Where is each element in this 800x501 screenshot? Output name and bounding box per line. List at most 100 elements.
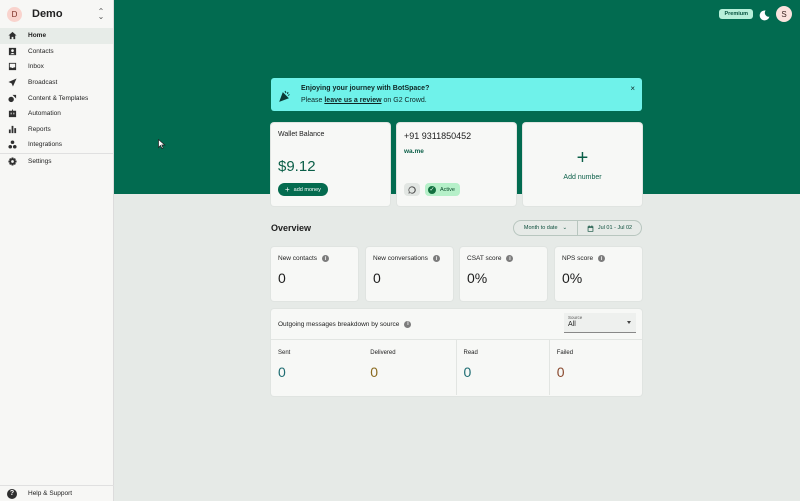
add-money-button[interactable]: + add money [278, 183, 328, 196]
column-label: Sent [278, 350, 291, 356]
banner-message: Please leave us a review on G2 Crowd. [301, 95, 429, 107]
dark-mode-icon[interactable] [759, 8, 770, 21]
stat-title-text: NPS score [562, 255, 594, 262]
workspace-name: Demo [32, 8, 63, 20]
column-value: 0 [370, 364, 379, 380]
stat-card-new-conversations: New conversations i 0 [366, 247, 453, 301]
column-label: Delivered [370, 350, 396, 356]
review-link[interactable]: leave us a review [324, 97, 381, 104]
sidebar: D Demo ⌃ ⌄ Home Contacts Inbox Broadcast … [0, 0, 114, 501]
source-label: Source [568, 315, 583, 320]
stat-card-nps: NPS score i 0% [555, 247, 642, 301]
date-range-label: Jul 01 - Jul 02 [597, 225, 633, 231]
sidebar-item-label: Home [28, 32, 47, 40]
sidebar-item-label: Inbox [28, 63, 44, 71]
wa-me-link[interactable]: wa.me [404, 148, 509, 155]
range-preset-dropdown[interactable]: Month to date ⌄ [514, 221, 578, 235]
status-label: Active [440, 186, 455, 193]
stat-value: 0% [467, 270, 488, 286]
broadcast-icon [7, 78, 17, 88]
stat-card-csat: CSAT score i 0% [460, 247, 547, 301]
premium-badge[interactable]: Premium [719, 9, 753, 19]
help-support[interactable]: ? Help & Support [0, 485, 114, 501]
stat-title: New contacts i [278, 255, 351, 262]
source-select[interactable]: Source All [564, 313, 636, 333]
help-icon: ? [7, 488, 17, 499]
sidebar-item-label: Automation [28, 110, 61, 118]
mouse-cursor-icon [158, 136, 166, 149]
whatsapp-icon[interactable] [404, 183, 420, 196]
stat-title-text: New contacts [278, 255, 318, 262]
settings-icon [7, 157, 17, 167]
stat-title: New conversations i [373, 255, 446, 262]
celebration-icon [279, 89, 291, 102]
unfold-icon: ⌃ ⌄ [97, 7, 105, 21]
contacts-icon [7, 46, 17, 56]
help-label: Help & Support [28, 490, 73, 497]
status-badge: ✓ Active [425, 183, 460, 196]
breakdown-columns: Sent 0 Delivered 0 Read 0 Failed 0 [271, 340, 642, 395]
add-number-label: Add number [563, 174, 602, 181]
workspace-switcher[interactable]: D Demo ⌃ ⌄ [0, 0, 113, 28]
caret-down-icon [627, 321, 631, 324]
column-label: Read [463, 350, 478, 356]
add-money-label: add money [293, 186, 321, 193]
date-range-button[interactable]: Jul 01 - Jul 02 [578, 221, 641, 235]
close-icon[interactable]: × [630, 84, 635, 93]
sidebar-item-label: Settings [28, 158, 52, 166]
breakdown-read: Read 0 [455, 340, 549, 395]
info-icon[interactable]: i [432, 255, 440, 262]
sidebar-item-settings[interactable]: Settings [0, 154, 113, 170]
phone-card: +91 9311850452 wa.me ✓ Active [397, 123, 516, 206]
add-number-card[interactable]: + Add number [523, 123, 642, 206]
stat-title-text: New conversations [373, 255, 428, 262]
column-label: Failed [556, 350, 574, 356]
overview-title: Overview [271, 223, 312, 233]
sidebar-item-integrations[interactable]: Integrations [0, 137, 113, 153]
plus-icon: + [576, 147, 589, 169]
messages-breakdown-card: Outgoing messages breakdown by source i S… [271, 309, 642, 396]
sidebar-item-label: Broadcast [28, 79, 58, 87]
sidebar-item-home[interactable]: Home [0, 28, 113, 44]
home-icon [7, 31, 17, 41]
info-icon[interactable]: i [598, 255, 606, 262]
banner-pre: Please [301, 96, 325, 104]
sidebar-item-contacts[interactable]: Contacts [0, 44, 113, 60]
sidebar-item-broadcast[interactable]: Broadcast [0, 75, 113, 91]
info-icon[interactable]: i [322, 255, 330, 262]
date-range-selector: Month to date ⌄ Jul 01 - Jul 02 [513, 220, 642, 236]
inbox-icon [7, 62, 17, 72]
banner-text: Enjoying your journey with BotSpace? Ple… [301, 83, 429, 107]
sidebar-item-automation[interactable]: Automation [0, 106, 113, 122]
calendar-icon [587, 224, 594, 232]
stat-title-text: CSAT score [467, 255, 502, 262]
stat-value: 0% [562, 270, 583, 286]
sidebar-item-label: Content & Templates [28, 94, 89, 102]
reports-icon [7, 124, 17, 134]
breakdown-title: Outgoing messages breakdown by source [278, 320, 400, 328]
sidebar-item-content-templates[interactable]: Content & Templates [0, 90, 113, 106]
stat-title: NPS score i [562, 255, 635, 262]
column-value: 0 [278, 364, 286, 380]
banner-title: Enjoying your journey with BotSpace? [301, 84, 430, 92]
wallet-card: Wallet Balance $9.12 + add money [271, 123, 390, 206]
info-icon[interactable]: i [404, 320, 412, 328]
automation-icon [7, 109, 17, 119]
sidebar-item-inbox[interactable]: Inbox [0, 59, 113, 75]
chevron-down-icon: ⌄ [562, 225, 568, 231]
info-icon[interactable]: i [506, 255, 514, 262]
wallet-amount: $9.12 [278, 158, 316, 175]
plus-icon: + [285, 185, 290, 194]
stat-title: CSAT score i [467, 255, 540, 262]
integrations-icon [7, 140, 17, 150]
range-preset-label: Month to date [523, 225, 558, 231]
breakdown-sent: Sent 0 [271, 340, 363, 395]
user-avatar[interactable]: S [776, 6, 792, 22]
breakdown-delivered: Delivered 0 [363, 340, 455, 395]
stat-value: 0 [278, 270, 286, 286]
banner-post: on G2 Crowd. [381, 96, 427, 104]
sidebar-item-label: Contacts [28, 47, 54, 55]
column-value: 0 [463, 364, 472, 380]
sidebar-item-label: Integrations [28, 141, 62, 149]
sidebar-item-reports[interactable]: Reports [0, 122, 113, 138]
